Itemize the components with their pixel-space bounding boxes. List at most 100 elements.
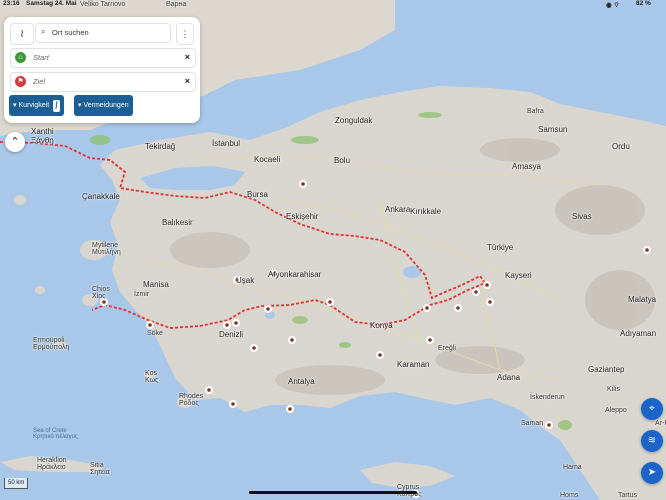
layers-button[interactable]: ≋ [641, 430, 663, 452]
start-field[interactable]: ⌂ Start × [10, 48, 196, 68]
place-name-local: Κρητικό πέλαγος [33, 434, 78, 440]
place-name: Tekirdağ [145, 142, 176, 151]
place-name: Rhodes [179, 393, 204, 400]
place-name: Ereğli [438, 345, 456, 352]
status-date: Samstag 24. Mai [26, 0, 77, 7]
place-label: Bursa [247, 190, 268, 199]
place-name: Kayseri [505, 271, 532, 280]
layers-icon: ≋ [647, 435, 657, 446]
place-name-local: Ρόδος [179, 400, 199, 407]
place-label: Ermoupoli Ερμούπολη [33, 337, 69, 351]
place-name: İstanbul [212, 139, 241, 148]
place-label: Konya [370, 321, 393, 330]
place-label: Adana [497, 373, 520, 382]
start-marker-icon: ⌂ [15, 52, 26, 63]
place-name: Bafra [527, 108, 544, 115]
place-label: Xanthi Ξάνθη [31, 127, 54, 145]
destination-marker-icon: ⚑ [15, 76, 26, 87]
search-placeholder: Ort suchen [52, 28, 89, 37]
status-battery: 82 % [636, 0, 651, 7]
place-name: Kilis [607, 386, 620, 393]
place-label: Türkiye [487, 243, 513, 252]
place-name-local: Ερμούπολη [33, 344, 70, 351]
place-name: Chios [92, 286, 110, 293]
place-label: Homs [560, 492, 578, 499]
dropdown-arrow-icon: ▾ [13, 102, 17, 109]
place-name: Uşak [236, 276, 255, 285]
status-icons: ◉ ⌔ [606, 2, 620, 9]
place-label: Aleppo [605, 407, 627, 414]
place-label: Samsun [538, 125, 567, 134]
place-label: Zonguldak [335, 116, 372, 125]
map-label: Варна [166, 1, 187, 8]
place-label: Mytilene Μυτιλήνη [92, 242, 121, 256]
place-label: Kırıkkale [410, 207, 441, 216]
place-name: Balıkesir [162, 218, 193, 227]
place-label: Hama [563, 464, 582, 471]
clear-start-icon[interactable]: × [185, 52, 190, 62]
place-name: Söke [147, 330, 163, 337]
avoidances-label: Vermeidungen [83, 102, 129, 109]
place-label: Amasya [512, 162, 541, 171]
place-label: İzmir [134, 291, 149, 298]
place-name: Afyonkarahisar [268, 270, 322, 279]
curviness-button[interactable]: ▾ Kurvigkeit ʃ [9, 95, 64, 116]
navigate-button[interactable]: ➤ [641, 462, 663, 484]
place-name: Ankara [385, 205, 411, 214]
place-label: Tekirdağ [145, 142, 175, 151]
search-input[interactable]: ⌕ Ort suchen [35, 23, 171, 43]
dropdown-arrow-icon: ▾ [78, 102, 82, 109]
place-label: Saman [521, 420, 543, 427]
place-label: Ar-R [655, 420, 666, 427]
collapse-panel-button[interactable]: ⌃ [5, 132, 25, 152]
place-name: Türkiye [487, 243, 514, 252]
place-label: Söke [147, 330, 163, 337]
navigation-arrow-icon: ➤ [647, 467, 657, 478]
place-name: Gaziantep [588, 365, 625, 374]
status-time: 23:16 [3, 0, 20, 7]
menu-icon[interactable]: ≀ [10, 23, 34, 45]
place-name: Antalya [288, 377, 315, 386]
destination-field[interactable]: ⚑ Ziel × [10, 72, 196, 92]
place-label: Balıkesir [162, 218, 193, 227]
place-name: Saman [521, 420, 544, 427]
avoidances-button[interactable]: ▾ Vermeidungen [74, 95, 133, 116]
more-options-icon[interactable]: ⋮ [176, 23, 194, 45]
place-label: Sitia Σητεία [90, 462, 110, 476]
curviness-icon: ʃ [53, 100, 60, 112]
place-name: Manisa [143, 280, 169, 289]
place-name: Sitia [90, 462, 104, 469]
place-name-local: Χίος [92, 293, 106, 300]
place-label: Ereğli [438, 345, 456, 352]
chevron-up-icon: ⌃ [10, 136, 20, 148]
place-name: Ermoupoli [33, 337, 65, 344]
place-label: Sea of Crete Κρητικό πέλαγος [33, 428, 78, 440]
place-label: İstanbul [212, 139, 240, 148]
place-label: Ordu [612, 142, 630, 151]
place-name: Ar-R [655, 420, 666, 427]
home-indicator [249, 491, 417, 494]
scale-bar: 50 km [4, 478, 29, 489]
place-name: Samsun [538, 125, 568, 134]
place-name: Karaman [397, 360, 430, 369]
place-label: Çanakkale [82, 192, 120, 201]
place-name: Adana [497, 373, 521, 382]
clear-destination-icon[interactable]: × [185, 76, 190, 86]
place-label: Kos Κως [145, 370, 158, 384]
place-name-local: Ξάνθη [31, 136, 54, 145]
place-name-local: Κως [145, 377, 159, 384]
place-name: Bolu [334, 156, 351, 165]
place-name: Sivas [572, 212, 592, 221]
start-placeholder: Start [33, 53, 49, 62]
place-label: Karaman [397, 360, 429, 369]
locate-button[interactable]: ⌖ [641, 398, 663, 420]
place-label: Malatya [628, 295, 656, 304]
place-name: Hama [563, 464, 582, 471]
place-name: Kos [145, 370, 158, 377]
place-name: Ordu [612, 142, 630, 151]
place-label: Ankara [385, 205, 410, 214]
place-label: Kilis [607, 386, 620, 393]
place-name: Kocaeli [254, 155, 281, 164]
place-name: Zonguldak [335, 116, 373, 125]
place-name-local: Σητεία [90, 469, 110, 476]
